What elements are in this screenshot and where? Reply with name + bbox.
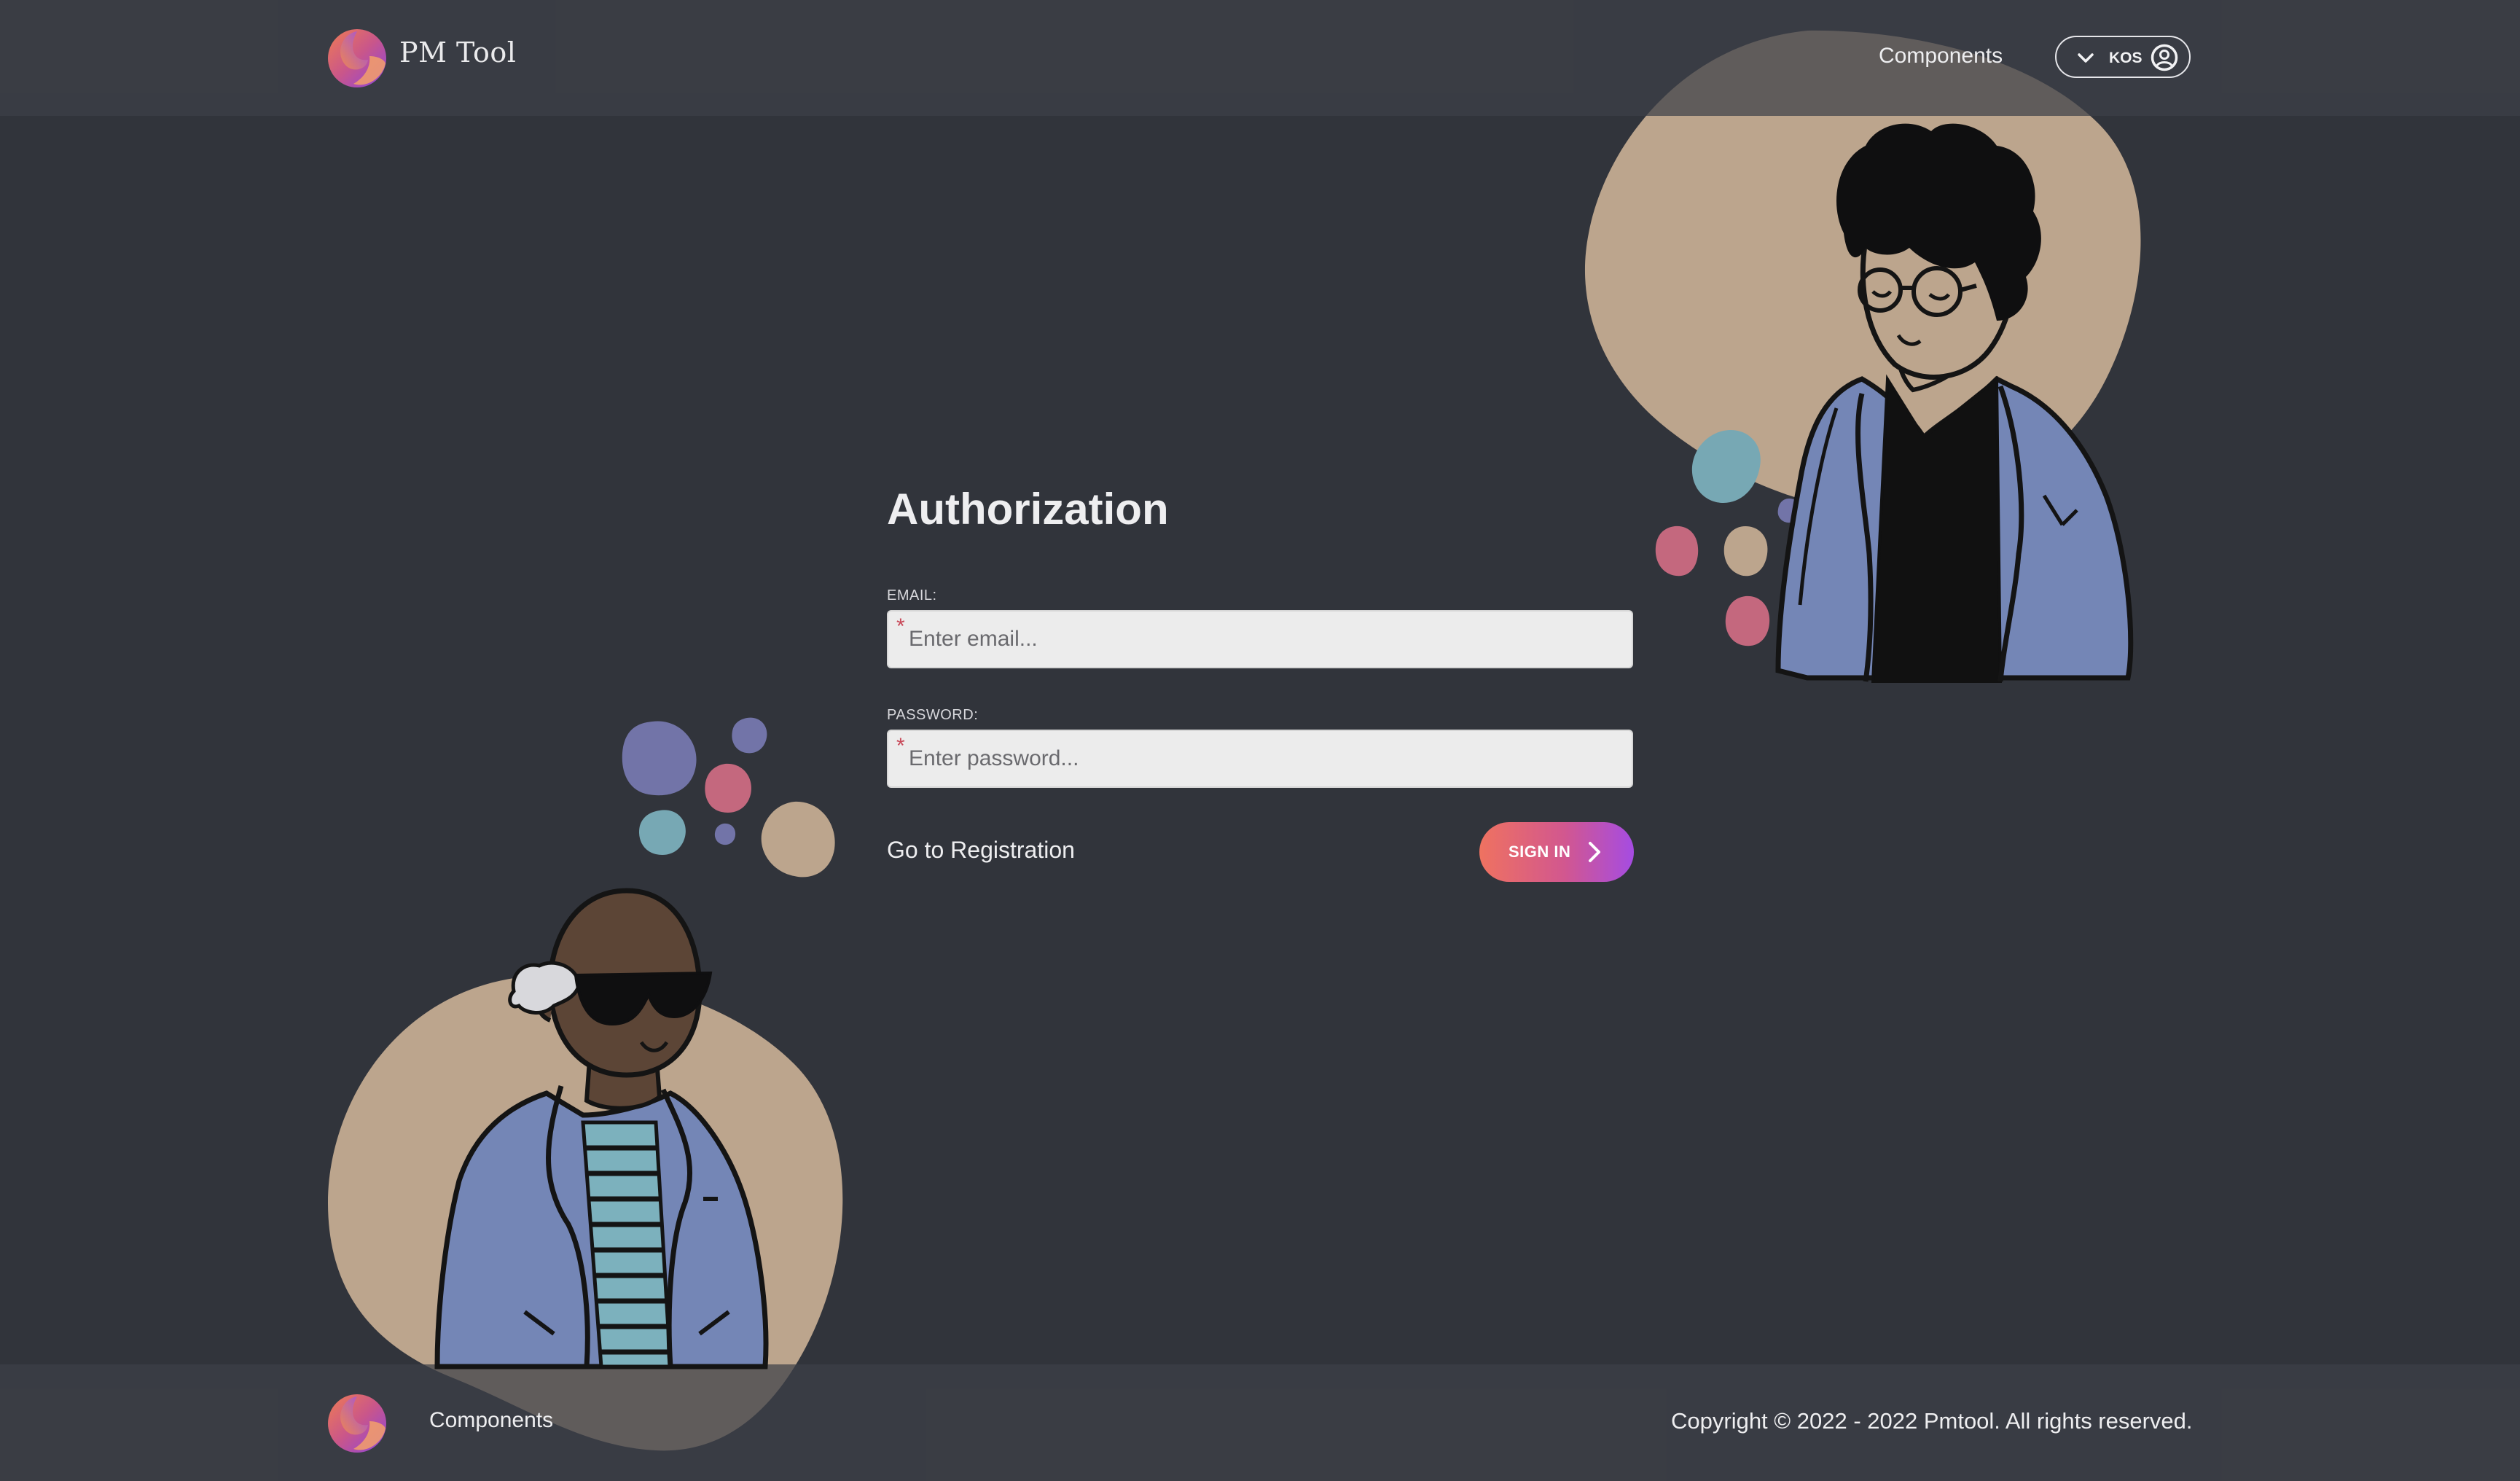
user-circle-icon — [2151, 44, 2178, 71]
password-input[interactable] — [909, 731, 1623, 786]
page-title: Authorization — [887, 485, 1169, 534]
required-mark: * — [896, 614, 905, 638]
copyright-text: Copyright © 2022 - 2022 Pmtool. All righ… — [1671, 1408, 2193, 1434]
password-field[interactable]: * — [887, 730, 1633, 788]
logo-icon[interactable] — [326, 27, 388, 90]
sign-in-button[interactable]: SIGN IN — [1479, 822, 1634, 882]
email-input[interactable] — [909, 611, 1623, 667]
footer-logo-icon[interactable] — [326, 1392, 388, 1455]
required-mark: * — [896, 734, 905, 758]
footer-nav-components[interactable]: Components — [429, 1408, 553, 1433]
brand-name[interactable]: PM Tool — [399, 36, 516, 69]
email-field[interactable]: * — [887, 610, 1633, 668]
registration-link[interactable]: Go to Registration — [887, 837, 1075, 864]
password-label: PASSWORD: — [887, 707, 979, 723]
chevron-right-icon — [1589, 842, 1600, 862]
chevron-down-icon — [2078, 53, 2094, 63]
user-menu-button[interactable]: KOS — [2055, 36, 2191, 78]
sign-in-label: SIGN IN — [1509, 843, 1571, 861]
header-nav-components[interactable]: Components — [1879, 44, 2003, 69]
email-label: EMAIL: — [887, 587, 937, 603]
user-name-label: KOS — [2109, 50, 2143, 66]
